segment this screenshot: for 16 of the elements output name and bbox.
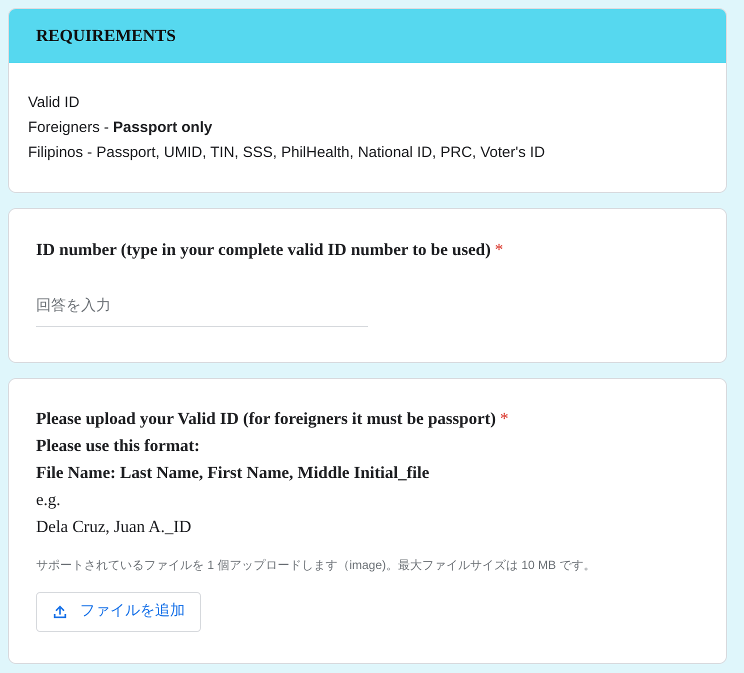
question-text: e.g. (36, 488, 61, 511)
required-mark: * (494, 239, 504, 261)
description-text: Foreigners - Passport only (28, 118, 214, 138)
description-text: Filipinos - Passport, UMID, TIN, SSS, PhilHealth, National ID, PRC, Voter's ID (28, 143, 546, 163)
upload-icon (52, 604, 68, 620)
description-text: Valid ID (28, 93, 80, 113)
question-text: Please use this format: (36, 434, 200, 456)
section-title: REQUIREMENTS (36, 25, 176, 48)
required-mark: * (500, 408, 508, 430)
answer-field[interactable]: 回答を入力 (36, 295, 368, 326)
question-text: Dela Cruz, Juan A._ID (36, 516, 192, 538)
question-text: ID number (type in your complete valid ID number to be used) (36, 239, 491, 261)
question-text: Please upload your Valid ID (for foreigners it must be passport) (36, 408, 496, 430)
upload-hint: サポートされているファイルを 1 個アップロードします（image)。最大ファイルサイズは 10 MB です。 (36, 556, 596, 574)
add-file-button[interactable]: ファイルを追加 (36, 592, 201, 632)
question-text: File Name: Last Name, First Name, Middle Initial_file (36, 462, 430, 484)
